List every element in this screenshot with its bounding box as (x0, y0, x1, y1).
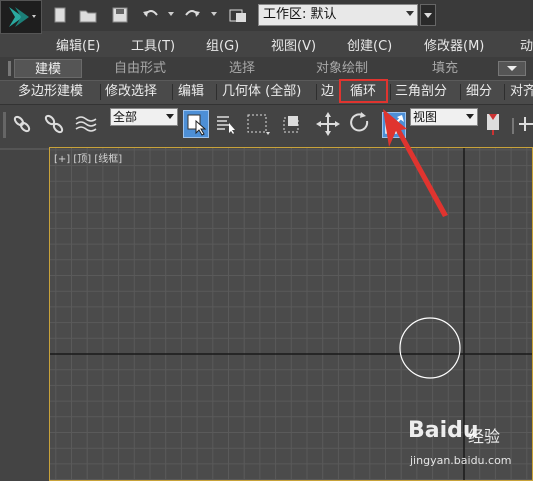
menu-view[interactable]: 视图(V) (271, 35, 316, 54)
divider (172, 84, 173, 100)
manipulate-icon (518, 117, 533, 131)
cursor-select-icon (187, 114, 207, 136)
move-icon (316, 112, 340, 136)
chevron-down-icon (507, 66, 517, 71)
polygon-modeling-button[interactable]: 多边形建模 (15, 82, 86, 102)
list-select-icon (217, 116, 235, 134)
menu-group[interactable]: 组(G) (206, 35, 239, 54)
edges-button[interactable]: 边 (318, 82, 337, 102)
workspace-menu-button[interactable] (420, 4, 436, 26)
tab-selection[interactable]: 选择 (212, 59, 272, 78)
menu-create[interactable]: 创建(C) (347, 35, 392, 54)
redo-button[interactable] (183, 5, 203, 25)
open-file-button[interactable] (78, 5, 98, 25)
menu-tools[interactable]: 工具(T) (131, 35, 175, 54)
window-crossing-button[interactable] (280, 112, 304, 136)
annotation-arrow (383, 109, 448, 217)
use-pivot-center-button[interactable] (482, 112, 506, 136)
menu-edit[interactable]: 编辑(E) (56, 35, 100, 54)
select-object-button[interactable] (183, 110, 209, 138)
rectangle-selection-icon (247, 114, 270, 135)
select-by-name-button[interactable] (214, 112, 238, 136)
left-panel (0, 145, 49, 481)
subdivision-button[interactable]: 细分 (463, 82, 495, 102)
ribbon-grip[interactable] (8, 61, 11, 76)
bind-to-space-warp-button[interactable] (74, 112, 98, 136)
ribbon-tab-bar: 建模 自由形式 选择 对象绘制 填充 (0, 57, 533, 80)
new-file-button[interactable] (50, 5, 70, 25)
viewport-label[interactable]: [+] [顶] [线框] (54, 150, 122, 165)
select-and-move-button[interactable] (316, 112, 340, 136)
circle-shape[interactable] (399, 317, 461, 379)
align-button[interactable]: 对齐 (507, 82, 533, 102)
menu-modifiers[interactable]: 修改器(M) (424, 35, 484, 54)
baidu-watermark-url: jingyan.baidu.com (410, 454, 512, 467)
undo-button[interactable] (140, 5, 160, 25)
divider (460, 84, 461, 100)
selection-filter-dropdown[interactable]: 全部 (110, 108, 178, 126)
new-file-icon (54, 7, 66, 23)
red-arrow-icon (383, 109, 448, 217)
undo-dropdown-icon[interactable] (168, 12, 174, 16)
toolbar-grip[interactable] (3, 112, 6, 138)
project-folder-button[interactable] (228, 5, 248, 25)
link-icon (13, 115, 31, 133)
space-warp-icon (75, 116, 97, 132)
unlink-icon (44, 114, 64, 134)
undo-icon (143, 10, 158, 17)
chevron-down-icon (166, 114, 174, 119)
divider (504, 84, 505, 100)
project-folder-icon (229, 9, 246, 22)
redo-icon (185, 10, 200, 17)
rotate-icon (350, 112, 369, 132)
pivot-icon (487, 114, 499, 135)
chevron-down-icon (466, 114, 474, 119)
3dsmax-logo-icon (9, 7, 36, 27)
workspace-dropdown[interactable]: 工作区: 默认 (258, 4, 418, 26)
divider (0, 148, 49, 150)
selection-filter-value: 全部 (113, 110, 138, 124)
chevron-down-icon (406, 11, 414, 16)
ribbon-options-button[interactable] (498, 61, 526, 76)
tab-freeform[interactable]: 自由形式 (100, 59, 180, 78)
geometry-all-button[interactable]: 几何体 (全部) (219, 82, 304, 102)
menu-animation[interactable]: 动 (520, 35, 533, 54)
baidu-watermark-cn: 经验 (468, 427, 501, 446)
divider (216, 84, 217, 100)
modify-selection-button[interactable]: 修改选择 (102, 82, 160, 102)
redo-dropdown-icon[interactable] (211, 12, 217, 16)
rectangular-selection-button[interactable] (246, 112, 270, 136)
tab-object-paint[interactable]: 对象绘制 (300, 59, 384, 78)
select-and-manipulate-button[interactable] (516, 112, 533, 136)
divider (316, 84, 317, 100)
select-and-link-button[interactable] (10, 112, 34, 136)
tab-modeling[interactable]: 建模 (14, 59, 82, 78)
window-crossing-icon (283, 116, 299, 133)
unlink-selection-button[interactable] (42, 112, 66, 136)
open-folder-icon (79, 10, 97, 23)
menu-bar: 编辑(E) 工具(T) 组(G) 视图(V) 创建(C) 修改器(M) 动 (42, 31, 533, 58)
tab-populate[interactable]: 填充 (415, 59, 475, 78)
edit-button[interactable]: 编辑 (175, 82, 207, 102)
application-menu-button[interactable] (0, 0, 42, 34)
triangle-down-icon (424, 13, 432, 18)
divider (512, 118, 514, 134)
save-icon (112, 7, 128, 23)
save-button[interactable] (110, 5, 130, 25)
workspace-label: 工作区: 默认 (263, 7, 337, 22)
select-and-rotate-button[interactable] (348, 112, 372, 136)
divider (100, 84, 101, 100)
